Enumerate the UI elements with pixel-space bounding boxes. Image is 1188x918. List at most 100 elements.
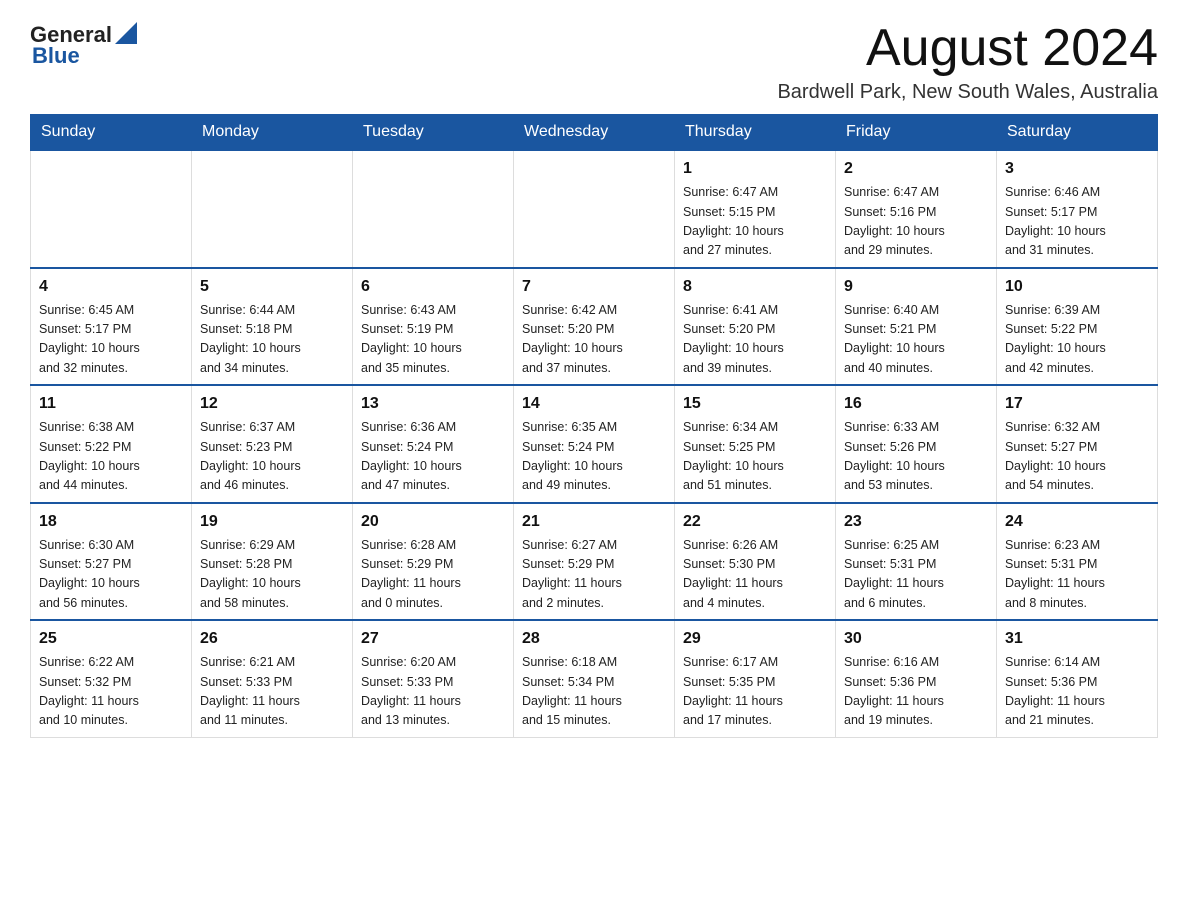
calendar-cell: 25Sunrise: 6:22 AMSunset: 5:32 PMDayligh…: [31, 620, 192, 737]
calendar-cell: 13Sunrise: 6:36 AMSunset: 5:24 PMDayligh…: [353, 385, 514, 503]
col-header-wednesday: Wednesday: [514, 115, 675, 151]
calendar-cell: 3Sunrise: 6:46 AMSunset: 5:17 PMDaylight…: [997, 150, 1158, 268]
logo: General Blue: [30, 20, 137, 69]
day-number: 23: [844, 510, 988, 534]
calendar-cell: 26Sunrise: 6:21 AMSunset: 5:33 PMDayligh…: [192, 620, 353, 737]
day-number: 24: [1005, 510, 1149, 534]
day-number: 26: [200, 627, 344, 651]
day-number: 9: [844, 275, 988, 299]
day-info: Sunrise: 6:30 AMSunset: 5:27 PMDaylight:…: [39, 536, 183, 614]
day-info: Sunrise: 6:32 AMSunset: 5:27 PMDaylight:…: [1005, 418, 1149, 496]
day-number: 31: [1005, 627, 1149, 651]
calendar-cell: 12Sunrise: 6:37 AMSunset: 5:23 PMDayligh…: [192, 385, 353, 503]
day-info: Sunrise: 6:44 AMSunset: 5:18 PMDaylight:…: [200, 301, 344, 379]
day-number: 30: [844, 627, 988, 651]
calendar-cell: 29Sunrise: 6:17 AMSunset: 5:35 PMDayligh…: [675, 620, 836, 737]
calendar-cell: 14Sunrise: 6:35 AMSunset: 5:24 PMDayligh…: [514, 385, 675, 503]
calendar-cell: 2Sunrise: 6:47 AMSunset: 5:16 PMDaylight…: [836, 150, 997, 268]
calendar-cell: 23Sunrise: 6:25 AMSunset: 5:31 PMDayligh…: [836, 503, 997, 621]
day-info: Sunrise: 6:36 AMSunset: 5:24 PMDaylight:…: [361, 418, 505, 496]
day-info: Sunrise: 6:16 AMSunset: 5:36 PMDaylight:…: [844, 653, 988, 731]
day-number: 11: [39, 392, 183, 416]
day-number: 5: [200, 275, 344, 299]
day-info: Sunrise: 6:47 AMSunset: 5:16 PMDaylight:…: [844, 183, 988, 261]
day-number: 17: [1005, 392, 1149, 416]
day-info: Sunrise: 6:29 AMSunset: 5:28 PMDaylight:…: [200, 536, 344, 614]
calendar-cell: 5Sunrise: 6:44 AMSunset: 5:18 PMDaylight…: [192, 268, 353, 386]
calendar-cell: 10Sunrise: 6:39 AMSunset: 5:22 PMDayligh…: [997, 268, 1158, 386]
day-number: 21: [522, 510, 666, 534]
calendar-cell: [192, 150, 353, 268]
day-number: 16: [844, 392, 988, 416]
day-number: 6: [361, 275, 505, 299]
calendar-cell: 31Sunrise: 6:14 AMSunset: 5:36 PMDayligh…: [997, 620, 1158, 737]
calendar-table: SundayMondayTuesdayWednesdayThursdayFrid…: [30, 114, 1158, 738]
day-number: 2: [844, 157, 988, 181]
calendar-cell: [353, 150, 514, 268]
day-number: 18: [39, 510, 183, 534]
day-info: Sunrise: 6:20 AMSunset: 5:33 PMDaylight:…: [361, 653, 505, 731]
calendar-cell: 4Sunrise: 6:45 AMSunset: 5:17 PMDaylight…: [31, 268, 192, 386]
calendar-cell: 6Sunrise: 6:43 AMSunset: 5:19 PMDaylight…: [353, 268, 514, 386]
month-title: August 2024: [777, 20, 1158, 77]
day-number: 12: [200, 392, 344, 416]
day-info: Sunrise: 6:21 AMSunset: 5:33 PMDaylight:…: [200, 653, 344, 731]
calendar-cell: 21Sunrise: 6:27 AMSunset: 5:29 PMDayligh…: [514, 503, 675, 621]
calendar-cell: 7Sunrise: 6:42 AMSunset: 5:20 PMDaylight…: [514, 268, 675, 386]
day-info: Sunrise: 6:37 AMSunset: 5:23 PMDaylight:…: [200, 418, 344, 496]
day-number: 22: [683, 510, 827, 534]
day-info: Sunrise: 6:14 AMSunset: 5:36 PMDaylight:…: [1005, 653, 1149, 731]
day-number: 8: [683, 275, 827, 299]
calendar-cell: 19Sunrise: 6:29 AMSunset: 5:28 PMDayligh…: [192, 503, 353, 621]
day-info: Sunrise: 6:38 AMSunset: 5:22 PMDaylight:…: [39, 418, 183, 496]
calendar-week-row: 1Sunrise: 6:47 AMSunset: 5:15 PMDaylight…: [31, 150, 1158, 268]
day-number: 20: [361, 510, 505, 534]
col-header-monday: Monday: [192, 115, 353, 151]
calendar-cell: 15Sunrise: 6:34 AMSunset: 5:25 PMDayligh…: [675, 385, 836, 503]
calendar-week-row: 18Sunrise: 6:30 AMSunset: 5:27 PMDayligh…: [31, 503, 1158, 621]
calendar-cell: 28Sunrise: 6:18 AMSunset: 5:34 PMDayligh…: [514, 620, 675, 737]
calendar-cell: [514, 150, 675, 268]
day-info: Sunrise: 6:23 AMSunset: 5:31 PMDaylight:…: [1005, 536, 1149, 614]
day-info: Sunrise: 6:40 AMSunset: 5:21 PMDaylight:…: [844, 301, 988, 379]
day-info: Sunrise: 6:35 AMSunset: 5:24 PMDaylight:…: [522, 418, 666, 496]
calendar-week-row: 25Sunrise: 6:22 AMSunset: 5:32 PMDayligh…: [31, 620, 1158, 737]
day-number: 3: [1005, 157, 1149, 181]
day-info: Sunrise: 6:47 AMSunset: 5:15 PMDaylight:…: [683, 183, 827, 261]
calendar-cell: 30Sunrise: 6:16 AMSunset: 5:36 PMDayligh…: [836, 620, 997, 737]
calendar-week-row: 11Sunrise: 6:38 AMSunset: 5:22 PMDayligh…: [31, 385, 1158, 503]
calendar-cell: 9Sunrise: 6:40 AMSunset: 5:21 PMDaylight…: [836, 268, 997, 386]
calendar-week-row: 4Sunrise: 6:45 AMSunset: 5:17 PMDaylight…: [31, 268, 1158, 386]
day-info: Sunrise: 6:25 AMSunset: 5:31 PMDaylight:…: [844, 536, 988, 614]
day-number: 25: [39, 627, 183, 651]
day-number: 29: [683, 627, 827, 651]
calendar-cell: 1Sunrise: 6:47 AMSunset: 5:15 PMDaylight…: [675, 150, 836, 268]
day-info: Sunrise: 6:17 AMSunset: 5:35 PMDaylight:…: [683, 653, 827, 731]
calendar-cell: [31, 150, 192, 268]
col-header-friday: Friday: [836, 115, 997, 151]
day-info: Sunrise: 6:33 AMSunset: 5:26 PMDaylight:…: [844, 418, 988, 496]
day-number: 7: [522, 275, 666, 299]
col-header-saturday: Saturday: [997, 115, 1158, 151]
col-header-tuesday: Tuesday: [353, 115, 514, 151]
day-info: Sunrise: 6:46 AMSunset: 5:17 PMDaylight:…: [1005, 183, 1149, 261]
calendar-cell: 8Sunrise: 6:41 AMSunset: 5:20 PMDaylight…: [675, 268, 836, 386]
calendar-cell: 22Sunrise: 6:26 AMSunset: 5:30 PMDayligh…: [675, 503, 836, 621]
calendar-cell: 20Sunrise: 6:28 AMSunset: 5:29 PMDayligh…: [353, 503, 514, 621]
calendar-cell: 18Sunrise: 6:30 AMSunset: 5:27 PMDayligh…: [31, 503, 192, 621]
calendar-header-row: SundayMondayTuesdayWednesdayThursdayFrid…: [31, 115, 1158, 151]
day-number: 1: [683, 157, 827, 181]
location-title: Bardwell Park, New South Wales, Australi…: [777, 81, 1158, 104]
col-header-sunday: Sunday: [31, 115, 192, 151]
day-info: Sunrise: 6:26 AMSunset: 5:30 PMDaylight:…: [683, 536, 827, 614]
day-info: Sunrise: 6:41 AMSunset: 5:20 PMDaylight:…: [683, 301, 827, 379]
calendar-cell: 16Sunrise: 6:33 AMSunset: 5:26 PMDayligh…: [836, 385, 997, 503]
day-info: Sunrise: 6:18 AMSunset: 5:34 PMDaylight:…: [522, 653, 666, 731]
day-info: Sunrise: 6:39 AMSunset: 5:22 PMDaylight:…: [1005, 301, 1149, 379]
calendar-cell: 27Sunrise: 6:20 AMSunset: 5:33 PMDayligh…: [353, 620, 514, 737]
day-info: Sunrise: 6:27 AMSunset: 5:29 PMDaylight:…: [522, 536, 666, 614]
title-area: August 2024 Bardwell Park, New South Wal…: [777, 20, 1158, 104]
day-info: Sunrise: 6:45 AMSunset: 5:17 PMDaylight:…: [39, 301, 183, 379]
header: General Blue August 2024 Bardwell Park, …: [30, 20, 1158, 104]
day-info: Sunrise: 6:34 AMSunset: 5:25 PMDaylight:…: [683, 418, 827, 496]
